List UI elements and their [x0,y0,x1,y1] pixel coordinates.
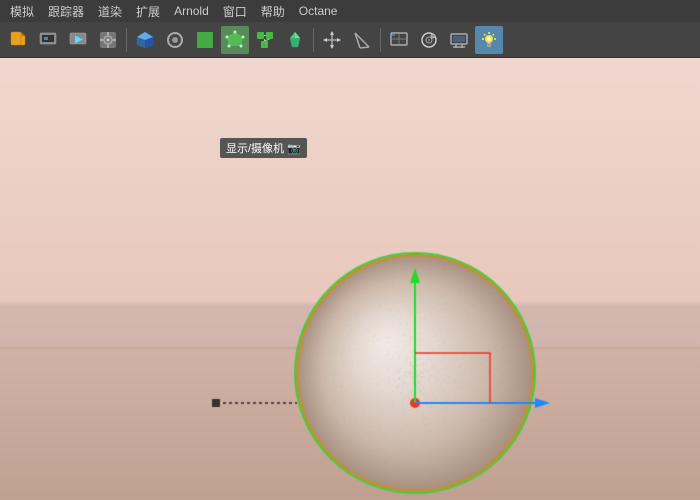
menu-help[interactable]: 帮助 [255,1,291,22]
play-button[interactable] [64,26,92,54]
toolbar [0,22,700,58]
menu-octane[interactable]: Octane [293,2,344,20]
cube-button[interactable] [131,26,159,54]
curve-button[interactable] [161,26,189,54]
viewport-button[interactable] [385,26,413,54]
menubar: 模拟 跟踪器 道染 扩展 Arnold 窗口 帮助 Octane [0,0,700,22]
menu-render[interactable]: 道染 [92,1,128,22]
camera-button[interactable] [415,26,443,54]
display-button[interactable] [445,26,473,54]
menu-simulate[interactable]: 模拟 [4,1,40,22]
polygon-button[interactable] [221,26,249,54]
separator-2 [313,28,314,52]
node-button[interactable] [251,26,279,54]
viewport-tooltip: 显示/摄像机 📷 [220,138,307,158]
viewport[interactable]: 显示/摄像机 📷 [0,58,700,500]
render-region-button[interactable] [34,26,62,54]
light-button[interactable] [475,26,503,54]
menu-extend[interactable]: 扩展 [130,1,166,22]
settings-button[interactable] [94,26,122,54]
crystal-button[interactable] [281,26,309,54]
menu-tracker[interactable]: 跟踪器 [42,1,90,22]
viewport-canvas [0,58,700,500]
menu-window[interactable]: 窗口 [217,1,253,22]
separator-3 [380,28,381,52]
tooltip-text: 显示/摄像机 📷 [226,140,301,156]
separator-1 [126,28,127,52]
select-button[interactable] [348,26,376,54]
mesh-button[interactable] [191,26,219,54]
menu-arnold[interactable]: Arnold [168,2,215,20]
move-button[interactable] [318,26,346,54]
file-button[interactable] [4,26,32,54]
